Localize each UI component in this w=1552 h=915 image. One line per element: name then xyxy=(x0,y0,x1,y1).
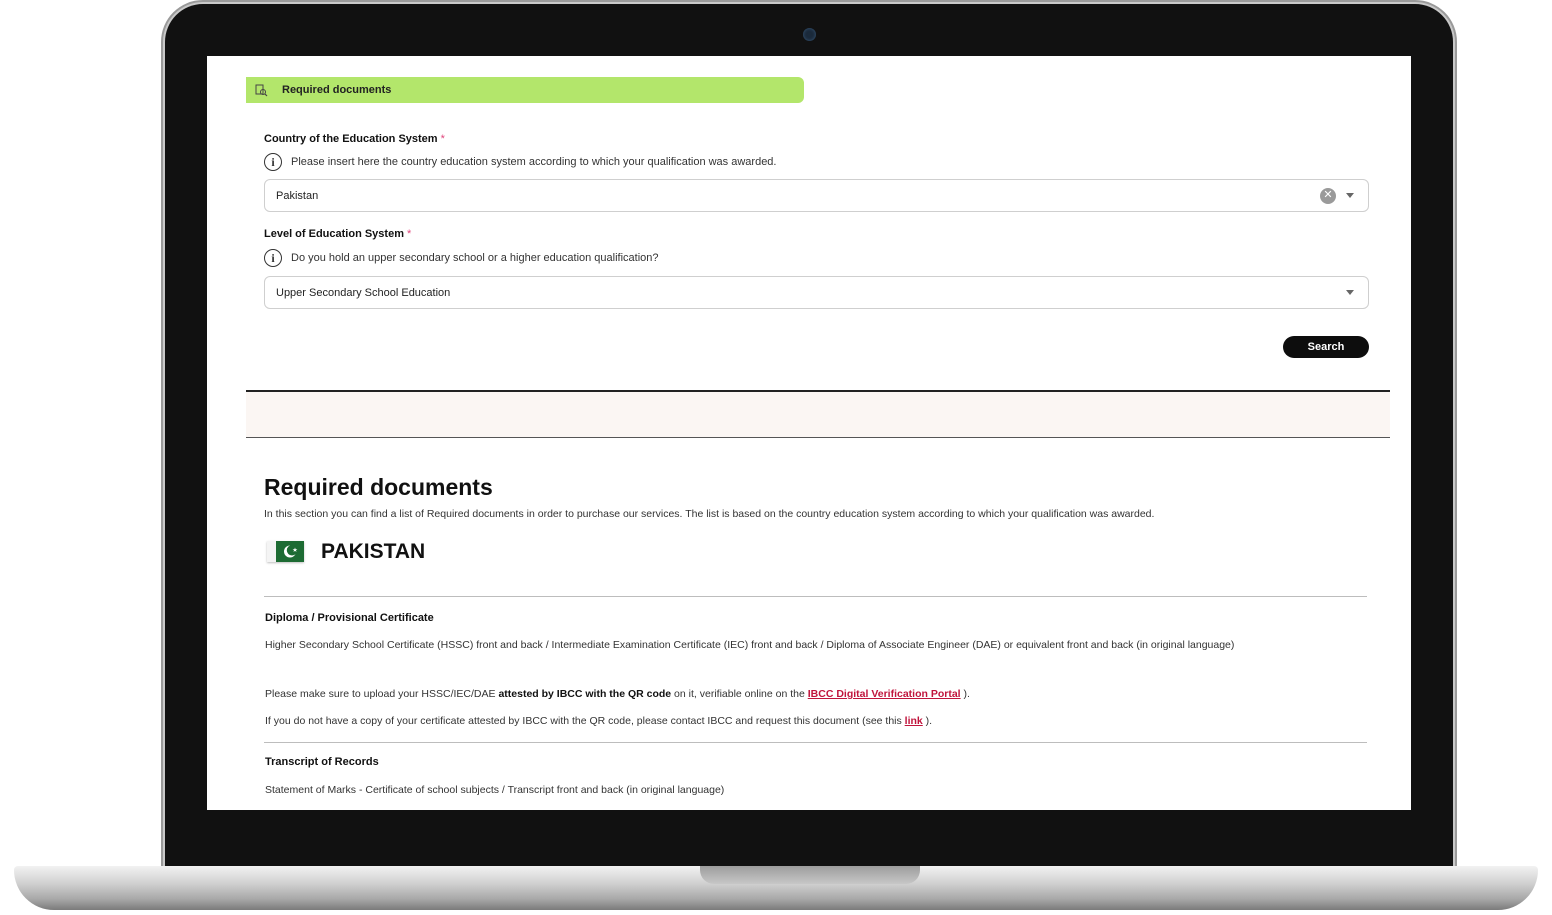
required-mark: * xyxy=(406,228,412,240)
chevron-down-icon[interactable] xyxy=(1346,290,1354,295)
required-mark: * xyxy=(440,133,445,145)
country-select-value: Pakistan xyxy=(276,189,319,202)
results-heading: Required documents xyxy=(264,474,493,500)
info-icon[interactable]: i xyxy=(264,153,282,171)
note-text: ). xyxy=(960,688,970,700)
results-separator-band xyxy=(246,390,1390,438)
doc-section-text: Higher Secondary School Certificate (HSS… xyxy=(265,639,1235,651)
section-banner: Required documents xyxy=(246,77,804,103)
banner-title: Required documents xyxy=(282,84,392,96)
webcam xyxy=(803,28,816,41)
doc-section-title: Transcript of Records xyxy=(265,756,379,768)
country-name: PAKISTAN xyxy=(321,540,426,563)
note-text: on it, verifiable online on the xyxy=(671,688,808,700)
level-label: Level of Education System * xyxy=(264,228,411,240)
level-hint: i Do you hold an upper secondary school … xyxy=(264,249,659,267)
note-emphasis: attested by IBCC with the QR code xyxy=(498,688,672,700)
country-label: Country of the Education System * xyxy=(264,133,445,145)
doc-section-text: Statement of Marks - Certificate of scho… xyxy=(265,784,725,796)
country-hint: i Please insert here the country educati… xyxy=(264,153,776,171)
divider xyxy=(264,742,1367,743)
note-text: If you do not have a copy of your certif… xyxy=(265,715,905,727)
country-label-text: Country of the Education System xyxy=(264,133,438,145)
chevron-down-icon[interactable] xyxy=(1346,193,1354,198)
search-button[interactable]: Search xyxy=(1283,336,1369,358)
note-text: Please make sure to upload your HSSC/IEC… xyxy=(265,688,499,700)
doc-note: Please make sure to upload your HSSC/IEC… xyxy=(265,688,1365,701)
doc-section-title: Diploma / Provisional Certificate xyxy=(265,612,434,624)
clear-icon[interactable]: ✕ xyxy=(1320,187,1336,204)
doc-note: If you do not have a copy of your certif… xyxy=(265,715,1365,728)
note-text: ). xyxy=(922,715,933,727)
ibcc-portal-link[interactable]: IBCC Digital Verification Portal xyxy=(808,688,961,700)
country-hint-text: Please insert here the country education… xyxy=(291,156,777,168)
info-icon[interactable]: i xyxy=(264,249,282,267)
level-hint-text: Do you hold an upper secondary school or… xyxy=(291,252,659,264)
ibcc-request-link[interactable]: link xyxy=(905,715,923,727)
level-label-text: Level of Education System xyxy=(264,228,404,240)
document-search-icon xyxy=(255,84,268,97)
results-intro: In this section you can find a list of R… xyxy=(264,508,1155,520)
laptop-notch xyxy=(700,866,920,884)
country-select[interactable]: Pakistan ✕ xyxy=(264,179,1369,212)
level-select[interactable]: Upper Secondary School Education xyxy=(264,276,1369,309)
screen: Required documents Country of the Educat… xyxy=(207,56,1411,810)
divider xyxy=(264,596,1367,597)
pakistan-flag-icon xyxy=(267,541,304,562)
level-select-value: Upper Secondary School Education xyxy=(276,286,451,299)
